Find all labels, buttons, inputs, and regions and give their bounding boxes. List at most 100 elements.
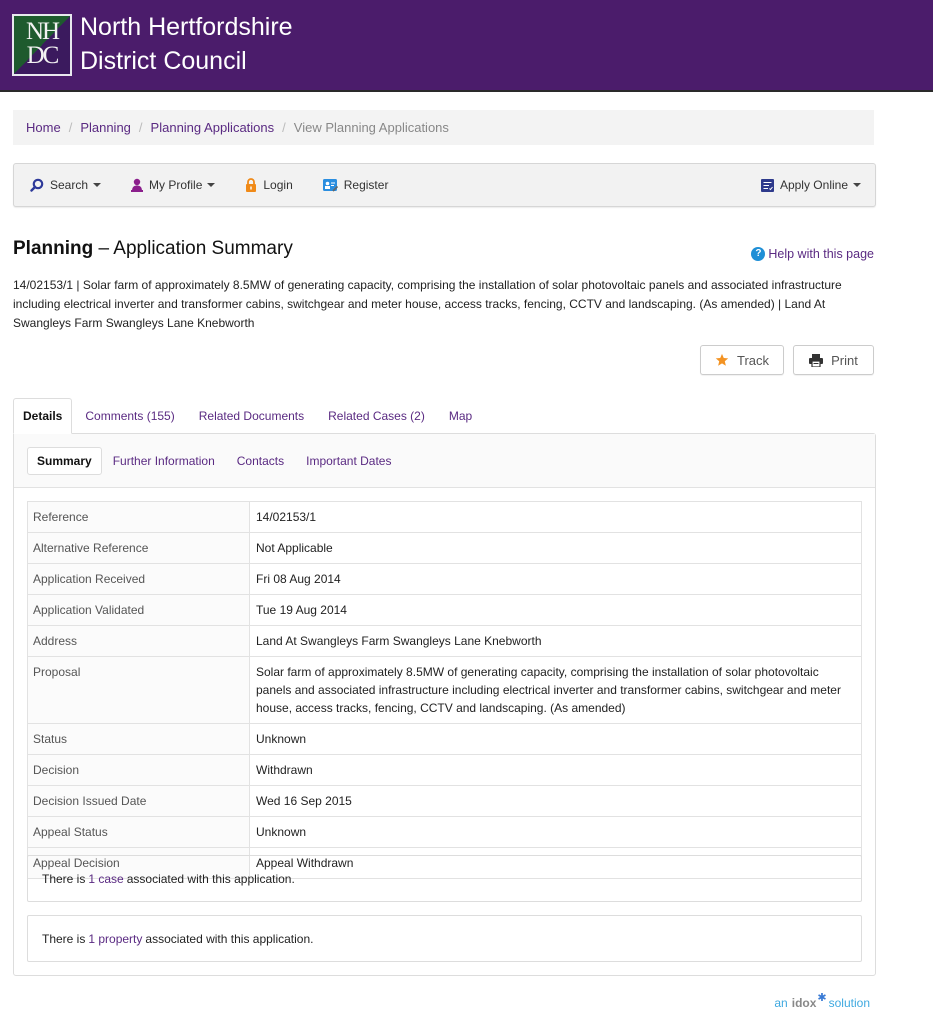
brand-prefix: an xyxy=(774,996,788,1010)
nav-search-label: Search xyxy=(50,178,89,192)
track-button[interactable]: Track xyxy=(700,345,784,375)
row-label: Appeal Status xyxy=(27,816,250,848)
application-summary-text: 14/02153/1 | Solar farm of approximately… xyxy=(13,278,842,330)
associated-case-prefix: There is xyxy=(42,871,86,886)
breadcrumb: Home / Planning / Planning Applications … xyxy=(13,110,874,145)
form-icon xyxy=(760,178,774,192)
tab-related-documents[interactable]: Related Documents xyxy=(188,398,315,434)
user-icon xyxy=(131,178,144,192)
row-label: Status xyxy=(27,723,250,755)
table-row: Proposal Solar farm of approximately 8.5M… xyxy=(27,656,862,724)
subtab-further-information[interactable]: Further Information xyxy=(102,447,226,475)
breadcrumb-separator: / xyxy=(68,120,73,135)
associated-property-link[interactable]: 1 property xyxy=(88,932,142,946)
help-icon: ? xyxy=(751,247,766,261)
brand-suffix: solution xyxy=(828,996,870,1010)
row-value: 14/02153/1 xyxy=(249,501,862,533)
row-label: Decision xyxy=(27,754,250,786)
tab-details[interactable]: Details xyxy=(13,398,73,434)
associated-property-suffix: associated with this application. xyxy=(145,931,314,946)
breadcrumb-home[interactable]: Home xyxy=(26,120,61,135)
tab-comments[interactable]: Comments (155) xyxy=(74,398,185,434)
nav-login[interactable]: Login xyxy=(245,178,293,192)
associated-property-box: There is 1 property associated with this… xyxy=(27,915,862,962)
subtabs: Summary Further Information Contacts Imp… xyxy=(14,434,875,488)
site-header: NH DC North Hertfordshire District Counc… xyxy=(0,0,933,92)
row-label: Proposal xyxy=(27,656,250,724)
help-link[interactable]: ? Help with this page xyxy=(751,247,874,261)
print-button[interactable]: Print xyxy=(793,345,874,375)
nav-login-label: Login xyxy=(263,178,293,192)
table-row: Address Land At Swangleys Farm Swangleys … xyxy=(27,625,862,657)
associated-property-prefix: There is xyxy=(42,931,86,946)
row-label: Address xyxy=(27,625,250,657)
breadcrumb-separator: / xyxy=(138,120,143,135)
page-title-subtitle: – Application Summary xyxy=(93,238,293,259)
row-value: Withdrawn xyxy=(249,754,862,786)
row-value: Wed 16 Sep 2015 xyxy=(249,785,862,817)
nav-apply-online-label: Apply Online xyxy=(779,178,848,192)
row-value: Tue 19 Aug 2014 xyxy=(249,594,862,626)
table-row: Decision Withdrawn xyxy=(27,754,862,786)
page-title: Planning – Application Summary xyxy=(13,238,293,260)
subtab-contacts[interactable]: Contacts xyxy=(226,447,295,475)
nav-search-dropdown[interactable]: Search xyxy=(30,178,102,192)
track-button-label: Track xyxy=(736,352,770,368)
breadcrumb-planning[interactable]: Planning xyxy=(80,120,131,135)
register-icon xyxy=(322,178,338,192)
associated-case-link[interactable]: 1 case xyxy=(88,872,123,886)
breadcrumb-current: View Planning Applications xyxy=(293,120,449,135)
table-row: Status Unknown xyxy=(27,723,862,755)
site-name: North Hertfordshire District Council xyxy=(80,10,293,78)
main-tabs: Details Comments (155) Related Documents… xyxy=(13,398,485,434)
associated-case-box: There is 1 case associated with this app… xyxy=(27,855,862,902)
row-value: Not Applicable xyxy=(249,532,862,564)
subtab-summary[interactable]: Summary xyxy=(27,446,102,475)
page-title-section: Planning xyxy=(13,238,94,259)
site-name-line-1: North Hertfordshire xyxy=(80,13,293,41)
row-value: Land At Swangleys Farm Swangleys Lane Kn… xyxy=(249,625,862,657)
row-label: Reference xyxy=(27,501,250,533)
chevron-down-icon xyxy=(853,183,861,187)
row-label: Application Validated xyxy=(27,594,250,626)
tab-map[interactable]: Map xyxy=(438,398,483,434)
idox-brand-link[interactable]: an idox ✱ solution xyxy=(774,992,870,1010)
table-row: Reference 14/02153/1 xyxy=(27,501,862,533)
council-logo[interactable]: NH DC xyxy=(12,14,72,76)
nav-my-profile-label: My Profile xyxy=(149,178,203,192)
breadcrumb-separator: / xyxy=(282,120,286,135)
tab-related-cases[interactable]: Related Cases (2) xyxy=(317,398,436,434)
chevron-down-icon xyxy=(207,183,216,187)
summary-table: Reference 14/02153/1 Alternative Referenc… xyxy=(27,501,862,879)
idox-logo-icon: ✱ xyxy=(817,992,827,1004)
table-row: Decision Issued Date Wed 16 Sep 2015 xyxy=(27,785,862,817)
main-navbar: Search My Profile Login Register Apply O… xyxy=(13,163,876,207)
table-row: Application Validated Tue 19 Aug 2014 xyxy=(27,594,862,626)
associated-case-suffix: associated with this application. xyxy=(126,871,295,886)
help-link-label: Help with this page xyxy=(768,247,874,261)
chevron-down-icon xyxy=(93,183,102,187)
row-value: Unknown xyxy=(249,816,862,848)
row-value: Solar farm of approximately 8.5MW of gen… xyxy=(249,656,862,724)
site-name-line-2: District Council xyxy=(80,47,247,75)
nav-register-label: Register xyxy=(343,178,389,192)
lock-icon xyxy=(245,178,257,192)
logo-line-1: NH xyxy=(25,18,60,45)
search-icon xyxy=(30,178,44,192)
table-row: Application Received Fri 08 Aug 2014 xyxy=(27,563,862,595)
printer-icon xyxy=(809,353,824,367)
row-label: Decision Issued Date xyxy=(27,785,250,817)
breadcrumb-planning-applications[interactable]: Planning Applications xyxy=(151,120,275,135)
star-icon xyxy=(715,353,729,367)
table-row: Alternative Reference Not Applicable xyxy=(27,532,862,564)
nav-register[interactable]: Register xyxy=(322,178,389,192)
nav-my-profile-dropdown[interactable]: My Profile xyxy=(131,178,216,192)
nav-apply-online-dropdown[interactable]: Apply Online xyxy=(760,178,861,192)
table-row: Appeal Status Unknown xyxy=(27,816,862,848)
print-button-label: Print xyxy=(831,352,858,368)
details-panel: Summary Further Information Contacts Imp… xyxy=(13,433,876,976)
logo-line-2: DC xyxy=(26,42,60,69)
row-value: Unknown xyxy=(249,723,862,755)
subtab-important-dates[interactable]: Important Dates xyxy=(295,447,402,475)
row-label: Alternative Reference xyxy=(27,532,250,564)
